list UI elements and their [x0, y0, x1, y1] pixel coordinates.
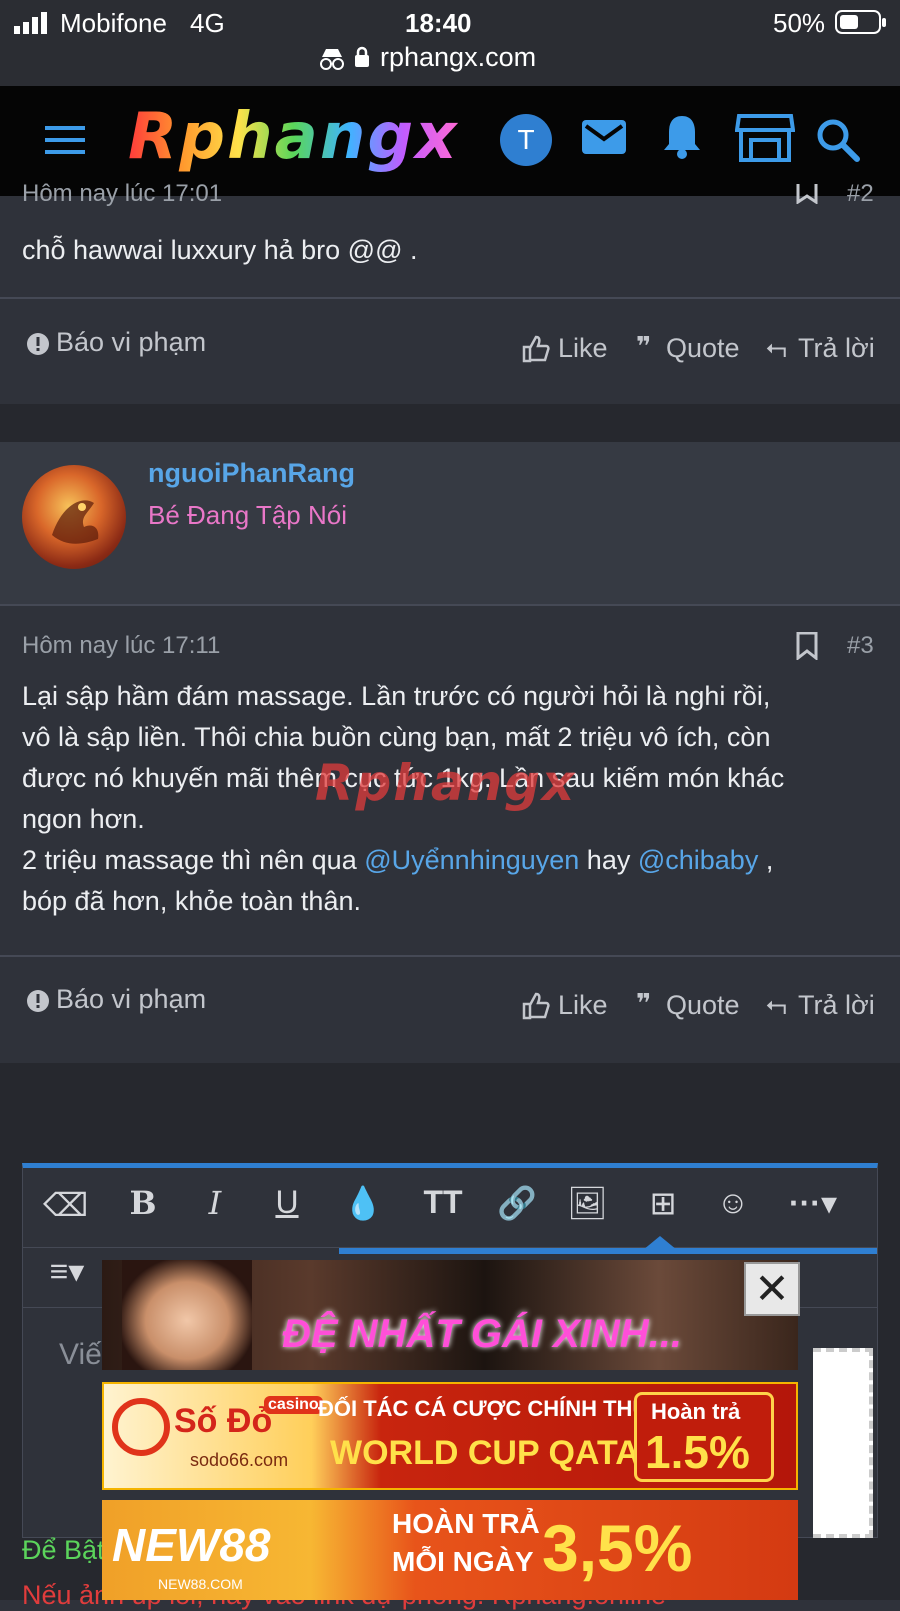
bookmark-icon[interactable] — [795, 632, 819, 660]
post-3-actions: Báo vi phạm Like ❞ Quote ⮢ Trả lời — [0, 957, 900, 1063]
text-size-icon[interactable]: TT — [413, 1184, 473, 1221]
post-3-user-header: nguoiPhanRang Bé Đang Tập Nói — [0, 442, 900, 604]
post-gap — [0, 404, 900, 442]
ad-brand-sub: casino — [264, 1396, 323, 1414]
ad-banner-new88[interactable]: NEW88 NEW88.COM HOÀN TRẢ MỖI NGÀY 3,5% — [102, 1500, 798, 1600]
ad-value: 3,5% — [542, 1511, 693, 1585]
store-icon[interactable] — [735, 112, 795, 164]
ad-photo — [122, 1260, 252, 1370]
user-title: Bé Đang Tập Nói — [148, 500, 347, 530]
bell-icon[interactable] — [662, 114, 702, 160]
editor-toolbar: ⌫ B I U 💧 TT 🔗 🖼 ⊞ ☺ ···▾ — [23, 1168, 877, 1248]
network-type: 4G — [190, 8, 225, 38]
avatar[interactable] — [22, 465, 126, 569]
search-icon[interactable] — [816, 118, 860, 162]
mail-icon[interactable] — [582, 120, 626, 154]
incognito-icon — [320, 49, 344, 70]
video-icon[interactable]: ⊞ — [639, 1184, 687, 1222]
username-link[interactable]: nguoiPhanRang — [148, 458, 355, 489]
color-drop-icon[interactable]: 💧 — [343, 1184, 383, 1222]
dragon-avatar-icon — [52, 500, 99, 544]
report-button[interactable]: Báo vi phạm — [56, 984, 206, 1015]
ad-badge-label: Hoàn trả — [651, 1399, 741, 1424]
ad-brand: Số Đỏ — [174, 1402, 273, 1440]
bookmark-icon[interactable] — [795, 184, 819, 204]
quote-icon: ❞ — [636, 988, 652, 1018]
ad-badge-value: 1.5% — [645, 1426, 750, 1478]
status-bar: Mobifone 4G 18:40 50% rphangx.com — [0, 0, 900, 86]
reply-icon: ⮢ — [766, 988, 787, 1018]
ad-domain: sodo66.com — [190, 1450, 289, 1470]
reply-button[interactable]: Trả lời — [798, 333, 875, 364]
align-icon[interactable]: ≡▾ — [37, 1252, 97, 1290]
sodo-logo-icon — [112, 1398, 170, 1456]
ad-headline: ĐỆ NHẤT GÁI XINH... — [282, 1312, 683, 1356]
underline-icon[interactable]: U — [267, 1184, 307, 1221]
text: , — [758, 845, 774, 875]
notice-green: Để Bật — [22, 1535, 105, 1565]
quote-icon: ❞ — [636, 331, 652, 361]
post-line: Lại sập hầm đám massage. Lần trước có ng… — [22, 681, 771, 711]
post-number[interactable]: #3 — [847, 632, 874, 660]
post-line: bóp đã hơn, khỏe toàn thân. — [22, 886, 361, 916]
post-number[interactable]: #2 — [847, 180, 874, 208]
carrier: Mobifone — [60, 8, 167, 38]
more-icon[interactable]: ···▾ — [783, 1184, 843, 1222]
italic-icon[interactable]: I — [195, 1184, 235, 1222]
popup-caret — [643, 1236, 677, 1250]
image-icon[interactable]: 🖼 — [567, 1184, 608, 1222]
post-3: Hôm nay lúc 17:11 #3 Lại sập hầm đám mas… — [0, 606, 900, 956]
eraser-icon[interactable]: ⌫ — [43, 1186, 88, 1224]
battery-percent: 50% — [773, 8, 826, 38]
ad-domain: NEW88.COM — [158, 1576, 243, 1592]
like-button[interactable]: Like — [558, 333, 608, 364]
warning-icon — [27, 333, 49, 355]
quote-button[interactable]: Quote — [666, 990, 740, 1021]
post-body: chỗ hawwai luxxury hả bro @@ . — [22, 235, 418, 265]
popup-indicator — [339, 1248, 877, 1254]
upload-dropzone[interactable] — [813, 1348, 873, 1538]
reply-button[interactable]: Trả lời — [798, 990, 875, 1021]
post-2-actions: Báo vi phạm Like ❞ Quote ⮢ Trả lời — [0, 299, 900, 404]
link-icon[interactable]: 🔗 — [497, 1184, 537, 1222]
url-bar[interactable]: rphangx.com — [380, 42, 536, 73]
user-avatar[interactable]: T — [500, 114, 552, 166]
quote-button[interactable]: Quote — [666, 333, 740, 364]
like-icon — [522, 335, 550, 363]
mention-link[interactable]: @chibaby — [638, 845, 758, 875]
post-line: 2 triệu massage thì nên qua @Uyểnnhinguy… — [22, 840, 892, 881]
menu-icon[interactable] — [45, 126, 85, 156]
battery-icon — [835, 10, 886, 34]
like-button[interactable]: Like — [558, 990, 608, 1021]
ad-banner-girl[interactable]: ĐỆ NHẤT GÁI XINH... — [102, 1260, 798, 1370]
clock: 18:40 — [405, 8, 472, 38]
ad-badge: Hoàn trả 1.5% — [634, 1392, 774, 1482]
post-timestamp: Hôm nay lúc 17:11 — [22, 632, 221, 659]
ad-line: MỖI NGÀY — [392, 1546, 534, 1577]
reply-icon: ⮢ — [766, 331, 787, 361]
text: 2 triệu massage thì nên qua — [22, 845, 365, 875]
like-icon — [522, 992, 550, 1020]
bold-icon[interactable]: B — [123, 1184, 163, 1222]
lock-icon — [355, 46, 369, 67]
signal-icon — [14, 12, 47, 34]
ad-banner-sodo[interactable]: Số Đỏ casino sodo66.com ĐỐI TÁC CÁ CƯỢC … — [102, 1382, 798, 1490]
report-button[interactable]: Báo vi phạm — [56, 327, 206, 358]
post-line: vô là sập liền. Thôi chia buồn cùng bạn,… — [22, 722, 771, 752]
site-logo[interactable]: Rphangx — [128, 100, 459, 174]
watermark-logo: Rphangx — [315, 754, 577, 812]
ad-line: HOÀN TRẢ — [392, 1508, 540, 1539]
close-ad-button[interactable]: ✕ — [744, 1262, 800, 1316]
post-timestamp: Hôm nay lúc 17:01 — [22, 180, 223, 207]
ad-brand: NEW88 — [112, 1519, 271, 1571]
mention-link[interactable]: @Uyểnnhinguyen — [364, 845, 579, 875]
text: hay — [579, 845, 638, 875]
warning-icon — [27, 990, 49, 1012]
smiley-icon[interactable]: ☺ — [713, 1184, 753, 1221]
